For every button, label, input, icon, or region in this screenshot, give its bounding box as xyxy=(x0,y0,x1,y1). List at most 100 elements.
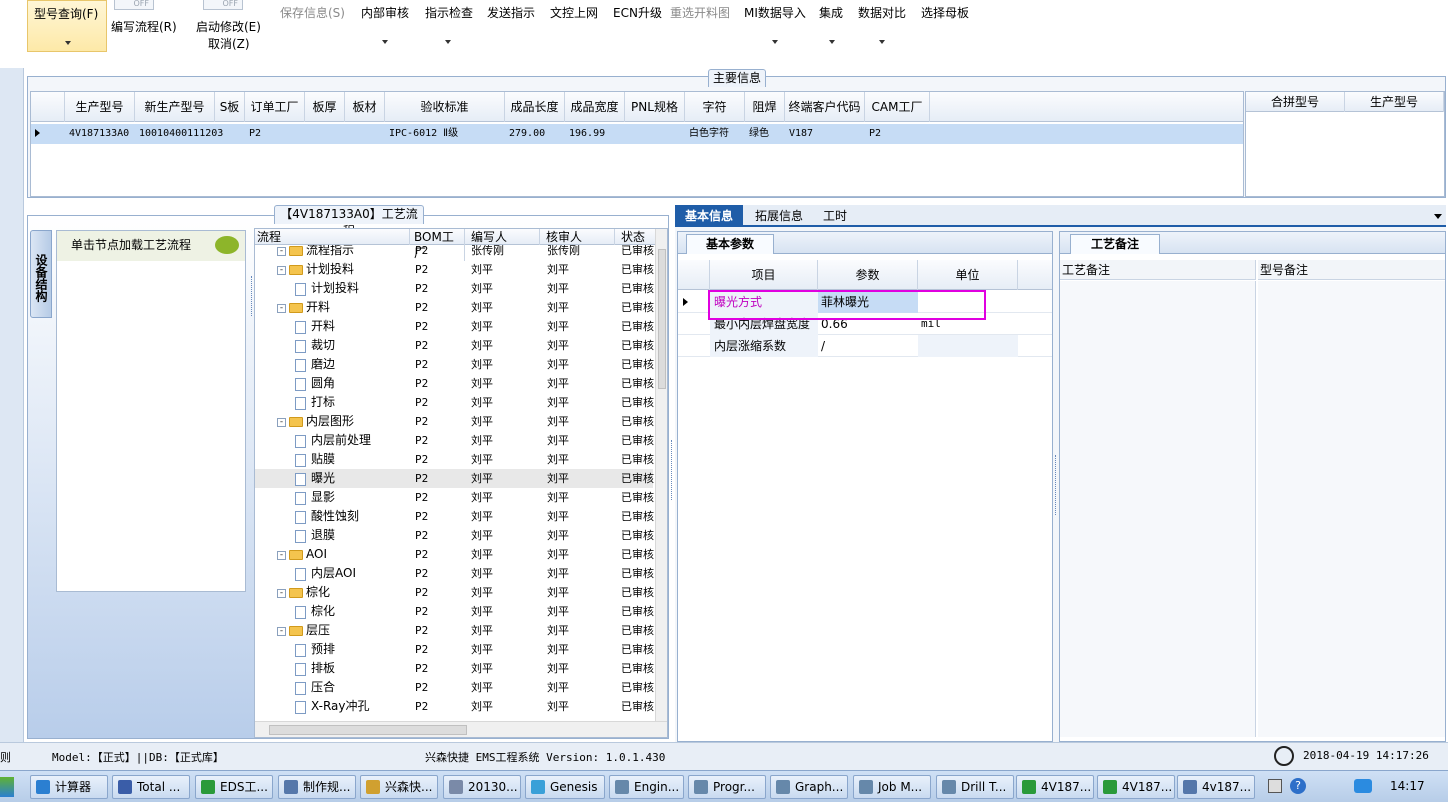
tree-row[interactable]: 计划投料 P2 刘平 刘平 已审核 xyxy=(255,279,654,298)
model-note-header[interactable]: 型号备注 xyxy=(1258,260,1445,280)
tree-row[interactable]: - AOI P2 刘平 刘平 已审核 xyxy=(255,545,654,564)
tree-row[interactable]: 圆角 P2 刘平 刘平 已审核 xyxy=(255,374,654,393)
param-column-header[interactable]: 参数 xyxy=(818,260,918,290)
tab-basic-info[interactable]: 基本信息 xyxy=(675,205,743,227)
start-modify-button[interactable]: 启动修改(E) xyxy=(196,18,261,35)
taskbar-item[interactable]: 兴森快... xyxy=(360,775,438,799)
tree-row[interactable]: 磨边 P2 刘平 刘平 已审核 xyxy=(255,355,654,374)
collapse-icon[interactable]: - xyxy=(277,626,286,636)
writer-column-header[interactable]: 编写人 xyxy=(465,229,540,245)
scrollbar-thumb[interactable] xyxy=(658,249,666,389)
taskbar-item[interactable]: Job M... xyxy=(853,775,931,799)
column-header[interactable]: S板 xyxy=(215,92,245,122)
tab-extended-info[interactable]: 拓展信息 xyxy=(749,205,809,227)
column-header[interactable]: 生产型号 xyxy=(65,92,135,122)
merge-model-header[interactable]: 合拼型号 xyxy=(1246,92,1345,112)
tree-row[interactable]: - 计划投料 P2 刘平 刘平 已审核 xyxy=(255,260,654,279)
table-cell[interactable]: P2 xyxy=(245,124,305,144)
splitter-handle[interactable] xyxy=(1055,455,1058,515)
reviewer-column-header[interactable]: 核审人 xyxy=(540,229,615,245)
taskbar-item[interactable]: 20130... xyxy=(443,775,521,799)
collapse-icon[interactable]: - xyxy=(277,417,286,427)
internal-review-button[interactable]: 内部审核 xyxy=(361,4,409,21)
taskbar-item[interactable]: 4v187... xyxy=(1177,775,1255,799)
tree-row[interactable]: 酸性蚀刻 P2 刘平 刘平 已审核 xyxy=(255,507,654,526)
column-header[interactable]: 新生产型号 xyxy=(135,92,215,122)
unit-column-header[interactable]: 单位 xyxy=(918,260,1018,290)
taskbar-item[interactable]: EDS工... xyxy=(195,775,273,799)
model-note-textarea[interactable] xyxy=(1258,281,1445,737)
tree-row[interactable]: 预排 P2 刘平 刘平 已审核 xyxy=(255,640,654,659)
column-header[interactable]: 验收标准 xyxy=(385,92,505,122)
ecn-upgrade-button[interactable]: ECN升级 xyxy=(613,4,662,21)
table-cell[interactable]: 196.99 xyxy=(565,124,625,144)
table-cell[interactable]: V187 xyxy=(785,124,865,144)
help-icon[interactable]: ? xyxy=(1290,778,1306,794)
param-value[interactable]: / xyxy=(818,335,918,357)
collapse-icon[interactable]: - xyxy=(277,303,286,313)
tree-row[interactable]: 曝光 P2 刘平 刘平 已审核 xyxy=(255,469,654,488)
column-header[interactable]: 终端客户代码 xyxy=(785,92,865,122)
start-button[interactable] xyxy=(0,777,14,797)
param-unit[interactable] xyxy=(918,335,1018,357)
tree-row[interactable]: 排板 P2 刘平 刘平 已审核 xyxy=(255,659,654,678)
taskbar-clock[interactable]: 14:17 xyxy=(1390,779,1425,793)
instruction-check-button[interactable]: 指示检查 xyxy=(425,4,473,21)
taskbar-item[interactable]: 计算器 xyxy=(30,775,108,799)
taskbar-item[interactable]: Genesis xyxy=(525,775,605,799)
tree-row[interactable]: - 开料 P2 刘平 刘平 已审核 xyxy=(255,298,654,317)
column-header[interactable]: CAM工厂 xyxy=(865,92,930,122)
table-cell[interactable] xyxy=(625,124,685,144)
column-header[interactable]: 字符 xyxy=(685,92,745,122)
doc-control-online-button[interactable]: 文控上网 xyxy=(550,4,598,21)
table-cell[interactable]: P2 xyxy=(865,124,930,144)
cancel-button[interactable]: 取消(Z) xyxy=(208,35,250,52)
tree-row[interactable]: 开料 P2 刘平 刘平 已审核 xyxy=(255,317,654,336)
scrollbar-thumb[interactable] xyxy=(269,725,467,735)
mi-data-import-button[interactable]: MI数据导入 xyxy=(744,4,806,21)
tree-row[interactable]: - 内层图形 P2 刘平 刘平 已审核 xyxy=(255,412,654,431)
taskbar-item[interactable]: Engin... xyxy=(609,775,684,799)
column-header[interactable]: 板厚 xyxy=(305,92,345,122)
table-cell[interactable] xyxy=(215,124,245,144)
table-cell[interactable]: 白色字符 xyxy=(685,124,745,144)
tree-row[interactable]: 压合 P2 刘平 刘平 已审核 xyxy=(255,678,654,697)
select-mother-board-button[interactable]: 选择母板 xyxy=(921,4,969,21)
collapse-icon[interactable]: - xyxy=(277,588,286,598)
taskbar-item[interactable]: 制作规... xyxy=(278,775,356,799)
tree-row[interactable]: 裁切 P2 刘平 刘平 已审核 xyxy=(255,336,654,355)
table-cell[interactable]: 4V187133A0 xyxy=(65,124,135,144)
table-cell[interactable]: 10010400111203 xyxy=(135,124,223,144)
column-header[interactable]: PNL规格 xyxy=(625,92,685,122)
tree-row[interactable]: - 层压 P2 刘平 刘平 已审核 xyxy=(255,621,654,640)
taskbar-item[interactable]: 4V187... xyxy=(1097,775,1175,799)
status-column-header[interactable]: 状态 xyxy=(615,229,655,245)
tree-row[interactable]: 贴膜 P2 刘平 刘平 已审核 xyxy=(255,450,654,469)
model-query-button[interactable]: 型号查询(F) xyxy=(27,0,107,52)
keyboard-icon[interactable] xyxy=(1268,779,1282,793)
tree-row[interactable]: 退膜 P2 刘平 刘平 已审核 xyxy=(255,526,654,545)
table-cell[interactable] xyxy=(305,124,345,144)
process-note-textarea[interactable] xyxy=(1060,281,1256,737)
reselect-cut-drawing-button[interactable]: 重选开料图 xyxy=(670,4,730,21)
splitter-handle[interactable] xyxy=(671,440,674,500)
save-info-button[interactable]: 保存信息(S) xyxy=(280,4,345,21)
process-note-header[interactable]: 工艺备注 xyxy=(1060,260,1256,280)
tree-row[interactable]: - 棕化 P2 刘平 刘平 已审核 xyxy=(255,583,654,602)
table-cell[interactable]: 279.00 xyxy=(505,124,565,144)
integrate-button[interactable]: 集成 xyxy=(819,4,843,21)
column-header[interactable]: 成品宽度 xyxy=(565,92,625,122)
collapse-icon[interactable]: - xyxy=(277,265,286,275)
production-model-header[interactable]: 生产型号 xyxy=(1345,92,1444,112)
collapse-icon[interactable]: - xyxy=(277,246,286,256)
data-compare-button[interactable]: 数据对比 xyxy=(858,4,906,21)
tree-vertical-scrollbar[interactable] xyxy=(655,229,667,721)
tab-work-hours[interactable]: 工时 xyxy=(815,205,855,227)
tree-row[interactable]: 棕化 P2 刘平 刘平 已审核 xyxy=(255,602,654,621)
table-cell[interactable]: 绿色 xyxy=(745,124,785,144)
table-row[interactable]: 内层涨缩系数 / xyxy=(678,335,1052,357)
column-header[interactable]: 成品长度 xyxy=(505,92,565,122)
taskbar-item[interactable]: Graph... xyxy=(770,775,848,799)
column-header[interactable]: 板材 xyxy=(345,92,385,122)
tray-app-icon[interactable] xyxy=(1354,779,1372,793)
